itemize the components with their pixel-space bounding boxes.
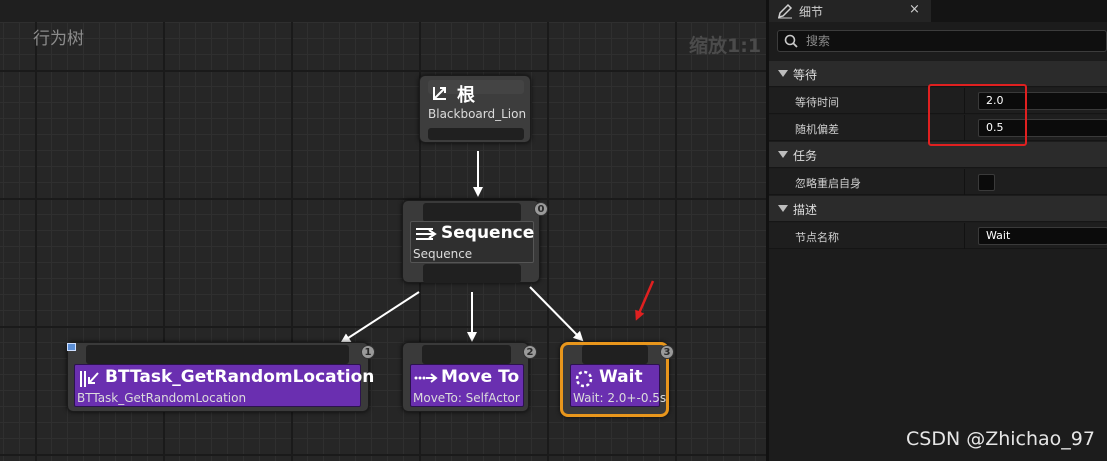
wait-time-label: 等待时间 xyxy=(795,96,839,109)
blueprint-asset-icon xyxy=(67,343,76,351)
category-description[interactable]: 描述 xyxy=(769,196,1107,222)
sequence-node-body: Sequence Sequence xyxy=(410,221,534,263)
edge-sequence-task3 xyxy=(529,286,584,342)
search-box[interactable] xyxy=(777,30,1107,52)
root-node-output-pin[interactable] xyxy=(428,128,524,140)
move-to-icon xyxy=(414,373,438,383)
details-panel: 细节 × 等待 等待时间 2.0 随机偏差 0.5 xyxy=(766,0,1107,461)
ignore-restart-self-label: 忽略重启自身 xyxy=(795,177,861,190)
task2-subtitle: MoveTo: SelfActor xyxy=(413,391,520,405)
task-node-get-random-location[interactable]: BTTask_GetRandomLocation BTTask_GetRando… xyxy=(67,342,375,412)
column-divider xyxy=(964,169,965,195)
red-highlight-annotation xyxy=(928,84,1027,146)
task2-title: Move To xyxy=(441,367,520,387)
node-name-field[interactable]: Wait xyxy=(978,227,1107,245)
task-arrow-icon xyxy=(80,371,99,387)
root-node-title: 根 xyxy=(457,85,475,106)
task-node-move-to[interactable]: Move To MoveTo: SelfActor 2 xyxy=(402,342,537,412)
details-tab-label: 细节 xyxy=(799,5,824,19)
edge-sequence-task1 xyxy=(340,291,420,344)
task3-index-badge: 3 xyxy=(660,345,674,359)
search-icon xyxy=(784,34,798,48)
behavior-tree-graph[interactable]: 行为树 缩放1:1 根 Blackboard_Lion Sequence Seq… xyxy=(0,0,766,461)
task1-title: BTTask_GetRandomLocation xyxy=(105,367,375,387)
wait-spinner-icon xyxy=(575,370,593,388)
sequence-node[interactable]: Sequence Sequence 0 xyxy=(402,200,548,283)
details-tab[interactable]: 细节 × xyxy=(769,0,931,22)
random-deviation-label: 随机偏差 xyxy=(795,123,839,136)
node-name-label: 节点名称 xyxy=(795,231,839,244)
task2-body: Move To MoveTo: SelfActor xyxy=(410,364,524,407)
task1-input-pin[interactable] xyxy=(86,345,349,364)
watermark: CSDN @Zhichao_97 xyxy=(906,428,1095,450)
task-node-wait[interactable]: Wait Wait: 2.0+-0.5s 3 xyxy=(560,342,674,417)
task2-index-badge: 2 xyxy=(523,345,537,359)
expand-arrow-icon[interactable] xyxy=(778,70,788,77)
sequence-node-output-pin[interactable] xyxy=(423,264,521,283)
task3-body: Wait Wait: 2.0+-0.5s xyxy=(570,364,666,407)
expand-arrow-icon[interactable] xyxy=(778,205,788,212)
property-row-node-name: 节点名称 Wait xyxy=(769,223,1107,249)
category-description-label: 描述 xyxy=(793,203,818,217)
category-wait-label: 等待 xyxy=(793,68,818,82)
category-task-label: 任务 xyxy=(793,149,818,163)
column-divider xyxy=(964,223,965,249)
root-node[interactable]: 根 Blackboard_Lion xyxy=(419,75,531,143)
task3-title: Wait xyxy=(599,367,643,387)
task2-input-pin[interactable] xyxy=(422,345,511,364)
ignore-restart-self-checkbox[interactable] xyxy=(978,174,995,191)
root-branch-icon xyxy=(433,87,446,100)
sequence-icon xyxy=(416,228,437,240)
expand-arrow-icon[interactable] xyxy=(778,151,788,158)
task1-body: BTTask_GetRandomLocation BTTask_GetRando… xyxy=(74,364,374,407)
sequence-node-title: Sequence xyxy=(441,223,535,243)
task3-subtitle: Wait: 2.0+-0.5s xyxy=(573,391,667,405)
property-row-ignore-restart-self: 忽略重启自身 xyxy=(769,169,1107,195)
pencil-edit-icon xyxy=(777,3,793,19)
task3-input-pin[interactable] xyxy=(582,345,648,364)
search-input[interactable] xyxy=(806,33,1096,49)
red-arrow-annotation xyxy=(635,280,655,321)
close-icon[interactable]: × xyxy=(909,2,920,17)
tab-strip-empty xyxy=(931,0,1107,22)
sequence-node-subtitle: Sequence xyxy=(413,247,473,261)
sequence-node-input-pin[interactable] xyxy=(423,203,521,222)
task1-subtitle: BTTask_GetRandomLocation xyxy=(77,391,247,405)
sequence-node-index-badge: 0 xyxy=(534,202,548,216)
task1-index-badge: 1 xyxy=(361,345,375,359)
root-node-subtitle: Blackboard_Lion xyxy=(428,107,527,121)
